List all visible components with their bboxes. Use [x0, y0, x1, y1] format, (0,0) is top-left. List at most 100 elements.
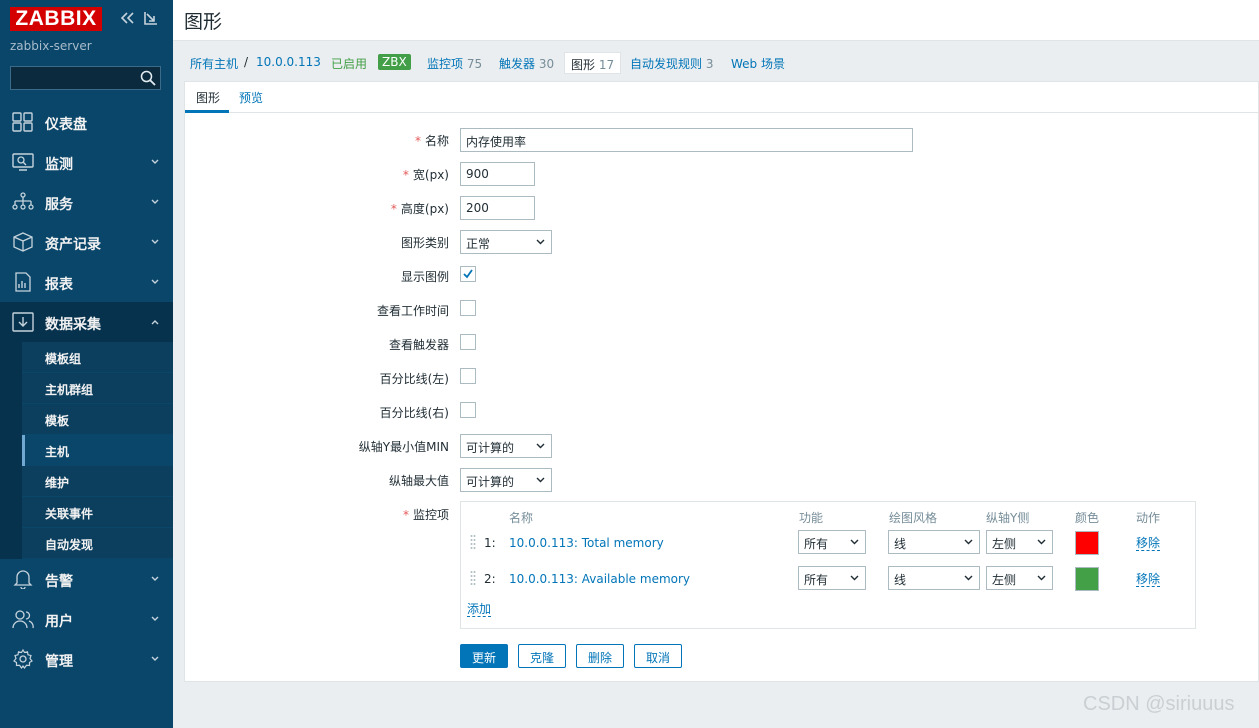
search-icon[interactable] [140, 70, 156, 86]
show-working-time-checkbox[interactable] [460, 300, 476, 316]
zabbix-logo[interactable]: ZABBIX [10, 7, 102, 31]
submenu-item-event-correlation[interactable]: 关联事件 [22, 497, 173, 528]
y-min-select[interactable]: 可计算的 [460, 434, 552, 458]
main-menu: 仪表盘 监测 服务 资产记录 报表 数据采集 模板组 主机群组 模板 主机 维护… [0, 102, 173, 679]
menu-item-reports[interactable]: 报表 [0, 262, 173, 302]
data-collection-icon [12, 312, 34, 332]
item-function-select[interactable]: 所有 [798, 566, 866, 590]
page-title: 图形 [184, 11, 223, 33]
checkmark-icon [463, 269, 473, 279]
item-draw-style-select[interactable]: 线 [888, 566, 980, 590]
menu-item-data-collection[interactable]: 数据采集 [0, 302, 173, 342]
breadcrumb-items[interactable]: 监控项 75 [427, 55, 482, 72]
sidebar-search-input[interactable] [10, 66, 161, 90]
add-item-link[interactable]: 添加 [467, 602, 492, 617]
submenu-item-discovery[interactable]: 自动发现 [22, 528, 173, 559]
chevron-down-icon [850, 539, 859, 545]
menu-item-dashboard[interactable]: 仪表盘 [0, 102, 173, 142]
submenu-item-template-groups[interactable]: 模板组 [22, 342, 173, 373]
breadcrumb-all-hosts[interactable]: 所有主机 [190, 55, 238, 72]
name-input[interactable]: 内存使用率 [460, 128, 913, 152]
bell-icon [13, 570, 33, 589]
menu-label: 告警 [45, 574, 73, 590]
percentile-left-checkbox[interactable] [460, 368, 476, 384]
tab-preview[interactable]: 预览 [239, 89, 263, 106]
show-legend-checkbox[interactable] [460, 266, 476, 282]
submenu-item-maintenance[interactable]: 维护 [22, 466, 173, 497]
graph-type-value: 正常 [466, 237, 491, 251]
item-name-link[interactable]: 10.0.0.113: Total memory [509, 536, 664, 550]
chevron-down-icon [536, 443, 545, 449]
breadcrumb-web-scenarios[interactable]: Web 场景 [731, 55, 785, 72]
item-name-link[interactable]: 10.0.0.113: Available memory [509, 572, 690, 586]
breadcrumb-graphs[interactable]: 图形 17 [564, 52, 622, 74]
drag-handle-icon[interactable] [470, 570, 476, 586]
chevron-down-icon [1037, 575, 1046, 581]
item-y-axis-side-select[interactable]: 左侧 [986, 566, 1053, 590]
server-name: zabbix-server [10, 39, 92, 53]
submenu-item-templates[interactable]: 模板 [22, 404, 173, 435]
width-input[interactable]: 900 [460, 162, 535, 186]
show-working-time-label: 查看工作时间 [376, 304, 449, 318]
item-y-axis-side-value: 左侧 [992, 573, 1017, 587]
menu-label: 仪表盘 [45, 117, 87, 133]
graphs-label: 图形 [571, 58, 596, 72]
submenu-label: 维护 [45, 476, 70, 490]
show-triggers-checkbox[interactable] [460, 334, 476, 350]
submenu-label: 模板组 [45, 352, 82, 366]
percentile-right-checkbox[interactable] [460, 402, 476, 418]
items-count: 75 [466, 57, 483, 71]
menu-item-users[interactable]: 用户 [0, 599, 173, 639]
item-draw-style-select[interactable]: 线 [888, 530, 980, 554]
inventory-box-icon [13, 232, 33, 252]
monitoring-icon [12, 153, 34, 171]
graph-items-table: 名称 功能 绘图风格 纵轴Y侧 颜色 动作 1: 10.0.0.113: Tot… [460, 501, 1196, 629]
drag-handle-icon[interactable] [470, 534, 476, 550]
graph-type-label: 图形类别 [400, 236, 449, 250]
menu-item-alerts[interactable]: 告警 [0, 559, 173, 599]
breadcrumb-discovery-rules[interactable]: 自动发现规则 3 [630, 55, 713, 72]
menu-item-inventory[interactable]: 资产记录 [0, 222, 173, 262]
item-remove-link[interactable]: 移除 [1136, 536, 1161, 551]
chevron-down-icon [151, 279, 159, 284]
active-tab-indicator [185, 110, 229, 113]
height-input[interactable]: 200 [460, 196, 535, 220]
y-max-value: 可计算的 [466, 475, 515, 489]
chevron-up-icon [151, 320, 159, 325]
width-label: * 宽(px) [402, 168, 449, 182]
breadcrumb-triggers[interactable]: 触发器 30 [499, 55, 554, 72]
menu-label: 管理 [45, 654, 73, 670]
triggers-count: 30 [538, 57, 555, 71]
column-header-function: 功能 [799, 511, 824, 525]
host-status-enabled[interactable]: 已启用 [331, 55, 367, 72]
menu-item-monitoring[interactable]: 监测 [0, 142, 173, 182]
collapse-sidebar-icon[interactable] [118, 9, 136, 27]
breadcrumb-host[interactable]: 10.0.0.113 [256, 55, 321, 69]
item-color-swatch[interactable] [1075, 567, 1099, 591]
submenu-item-host-groups[interactable]: 主机群组 [22, 373, 173, 404]
menu-label: 报表 [45, 277, 73, 293]
graph-form-panel: 图形 预览 * 名称 内存使用率 * 宽(px) 900 * 高度(px) 200 图… [184, 81, 1259, 682]
column-header-color: 颜色 [1075, 511, 1100, 525]
gear-icon [13, 649, 33, 669]
item-y-axis-side-select[interactable]: 左侧 [986, 530, 1053, 554]
item-function-select[interactable]: 所有 [798, 530, 866, 554]
item-y-axis-side-value: 左侧 [992, 537, 1017, 551]
submenu-item-hosts[interactable]: 主机 [22, 435, 173, 466]
kiosk-mode-icon[interactable] [142, 9, 160, 27]
item-color-swatch[interactable] [1075, 531, 1099, 555]
menu-item-services[interactable]: 服务 [0, 182, 173, 222]
cancel-button[interactable]: 取消 [634, 644, 682, 668]
chevron-down-icon [536, 239, 545, 245]
delete-button[interactable]: 删除 [576, 644, 624, 668]
graph-type-select[interactable]: 正常 [460, 230, 552, 254]
height-label: * 高度(px) [390, 202, 449, 216]
update-button[interactable]: 更新 [460, 644, 508, 668]
item-remove-link[interactable]: 移除 [1136, 572, 1161, 587]
y-max-select[interactable]: 可计算的 [460, 468, 552, 492]
clone-button[interactable]: 克隆 [518, 644, 566, 668]
users-icon [12, 610, 34, 629]
tab-graph[interactable]: 图形 [196, 89, 220, 106]
breadcrumb-separator: / [244, 55, 249, 69]
menu-item-administration[interactable]: 管理 [0, 639, 173, 679]
